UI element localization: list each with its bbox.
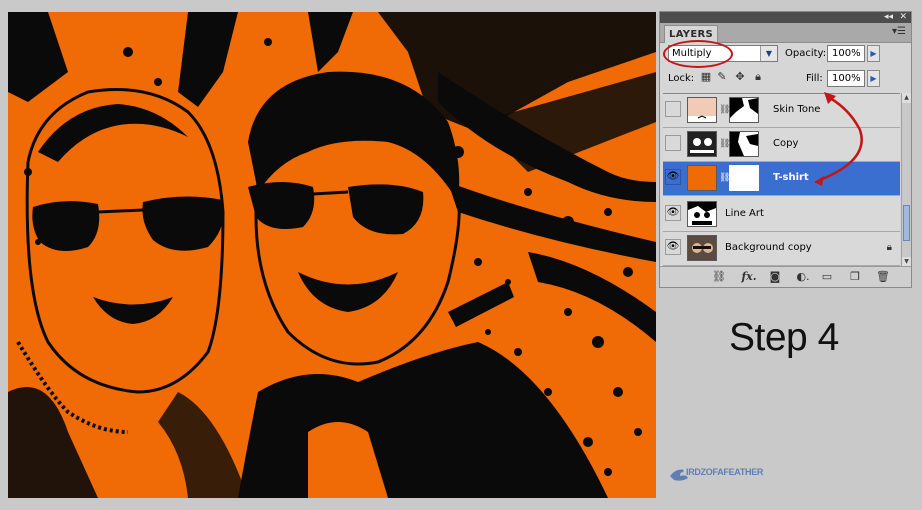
layer-row-line-art[interactable]: 👁 Line Art	[663, 198, 900, 232]
opacity-label: Opacity:	[785, 48, 827, 59]
visibility-toggle[interactable]: 👁	[665, 101, 681, 117]
new-layer-icon[interactable]: ❐	[848, 270, 862, 284]
layer-name: Copy	[773, 138, 799, 149]
layer-list-scrollbar[interactable]: ▲ ▼	[901, 93, 911, 267]
link-layers-icon[interactable]: ⛓	[710, 270, 728, 284]
mask-thumbnail	[729, 165, 759, 191]
layer-name: Background copy	[725, 242, 812, 253]
new-group-icon[interactable]: ▭	[820, 270, 834, 284]
scroll-thumb[interactable]	[903, 205, 910, 241]
opacity-field[interactable]: 100%	[827, 45, 865, 62]
layer-name: Line Art	[725, 208, 764, 219]
panel-title-bar[interactable]: ◂◂ ✕	[660, 12, 911, 23]
padlock-icon: 🔒︎	[886, 242, 892, 253]
layer-thumbnail	[687, 131, 717, 157]
eye-icon[interactable]: 👁	[665, 239, 681, 255]
collapse-icon[interactable]: ◂◂	[884, 12, 893, 23]
fill-field[interactable]: 100%	[827, 70, 865, 87]
lock-transparency-icon[interactable]: ▦	[700, 71, 712, 83]
link-icon[interactable]: ⛓	[719, 138, 730, 150]
scroll-up-icon[interactable]: ▲	[902, 93, 911, 103]
link-icon[interactable]: ⛓	[719, 104, 730, 116]
step-label: Step 4	[729, 316, 839, 359]
fill-label: Fill:	[806, 73, 823, 84]
lock-all-icon[interactable]: 🔒︎	[752, 71, 764, 83]
chevron-down-icon: ▼	[760, 46, 777, 61]
lock-position-icon[interactable]: ✥	[734, 71, 746, 83]
fill-slider-button[interactable]: ▶	[867, 70, 880, 87]
eye-icon[interactable]: 👁	[665, 205, 681, 221]
highlight-ellipse	[663, 40, 733, 68]
lock-pixels-icon[interactable]: ✎	[716, 71, 728, 83]
opacity-slider-button[interactable]: ▶	[867, 45, 880, 62]
link-icon[interactable]: ⛓	[719, 172, 730, 184]
add-mask-icon[interactable]: ◙	[768, 270, 782, 284]
mask-thumbnail	[729, 131, 759, 157]
adjustment-layer-icon[interactable]: ◐.	[794, 270, 812, 284]
lock-label: Lock:	[668, 73, 695, 84]
panel-menu-icon[interactable]: ▾☰	[892, 26, 906, 37]
mask-thumbnail	[729, 97, 759, 123]
layer-thumbnail	[687, 165, 717, 191]
canvas-image	[8, 12, 656, 498]
layer-row-background-copy[interactable]: 👁 Background copy 🔒︎	[663, 232, 900, 266]
fx-icon[interactable]: fx.	[740, 270, 758, 284]
eye-icon[interactable]: 👁	[665, 169, 681, 185]
visibility-toggle[interactable]: 👁	[665, 135, 681, 151]
panel-bottom-toolbar: ⛓ fx. ◙ ◐. ▭ ❐ 🗑︎	[660, 266, 911, 287]
layer-thumbnail	[687, 201, 717, 227]
watermark-text: IRDZOFAFEATHER	[686, 467, 764, 477]
annotation-arrow	[814, 92, 863, 186]
trash-icon[interactable]: 🗑︎	[876, 270, 890, 284]
layer-thumbnail	[687, 97, 717, 123]
close-icon[interactable]: ✕	[899, 12, 907, 23]
layer-thumbnail	[687, 235, 717, 261]
posterized-photo	[8, 12, 656, 498]
